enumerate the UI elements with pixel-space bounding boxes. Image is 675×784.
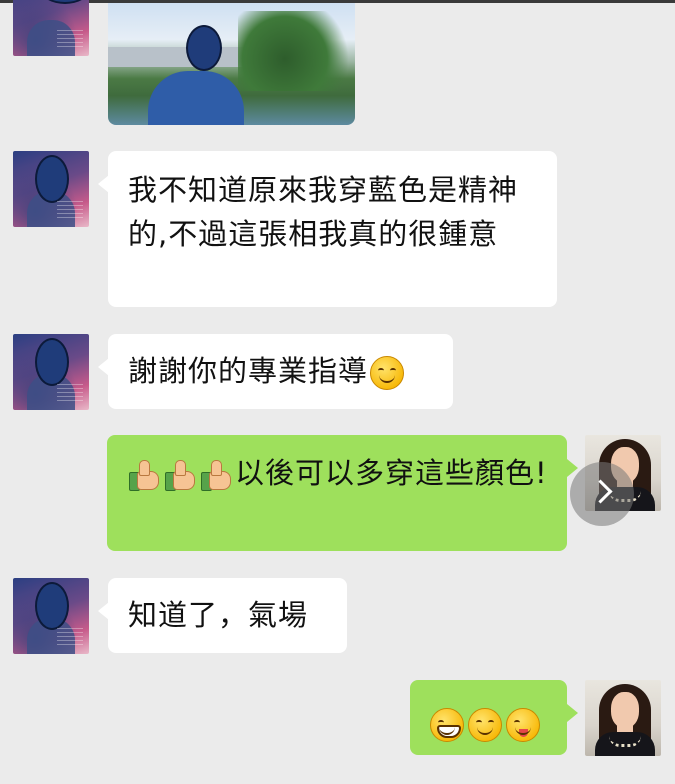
- avatar-self[interactable]: [585, 680, 661, 756]
- photo-building: [108, 47, 248, 67]
- smile-icon: [468, 708, 502, 742]
- grin-icon: [430, 708, 464, 742]
- photo-trees: [238, 11, 355, 91]
- avatar-watermark: [57, 628, 83, 648]
- bubble-tail: [567, 704, 578, 722]
- avatar-watermark: [57, 384, 83, 404]
- thumbs-up-icon: [163, 458, 197, 492]
- avatar-face: [611, 692, 639, 728]
- message-text: 以後可以多穿這些顏色!: [235, 456, 548, 490]
- message-bubble-outgoing[interactable]: 以後可以多穿這些顏色!: [107, 435, 567, 551]
- avatar-contact[interactable]: [13, 151, 89, 227]
- face-redaction-oval: [41, 0, 89, 4]
- avatar-contact[interactable]: [13, 0, 89, 56]
- message-bubble-outgoing[interactable]: [410, 680, 567, 755]
- thumbs-up-icon: [199, 458, 233, 492]
- wink-tongue-icon: [506, 708, 540, 742]
- face-redaction-oval: [35, 582, 69, 630]
- message-text: 我不知道原來我穿藍色是精神的,不過這張相我真的很鍾意: [128, 173, 519, 251]
- avatar-contact[interactable]: [13, 334, 89, 410]
- smile-icon: [370, 356, 405, 390]
- play-button[interactable]: [570, 462, 634, 526]
- message-text: 謝謝你的專業指導: [128, 354, 369, 388]
- message-text: 知道了，氣場: [128, 598, 309, 632]
- avatar-watermark: [57, 30, 83, 50]
- avatar-watermark: [57, 201, 83, 221]
- face-redaction-oval: [35, 155, 69, 203]
- thumbs-up-icon: [127, 458, 161, 492]
- photo-person: [148, 71, 244, 125]
- message-bubble-incoming[interactable]: 我不知道原來我穿藍色是精神的,不過這張相我真的很鍾意: [108, 151, 557, 307]
- image-message[interactable]: [108, 3, 355, 125]
- face-redaction-oval: [186, 25, 222, 71]
- face-redaction-oval: [35, 338, 69, 386]
- chevron-right-icon: [588, 479, 613, 504]
- message-bubble-incoming[interactable]: 謝謝你的專業指導: [108, 334, 453, 409]
- message-bubble-incoming[interactable]: 知道了，氣場: [108, 578, 347, 653]
- avatar-contact[interactable]: [13, 578, 89, 654]
